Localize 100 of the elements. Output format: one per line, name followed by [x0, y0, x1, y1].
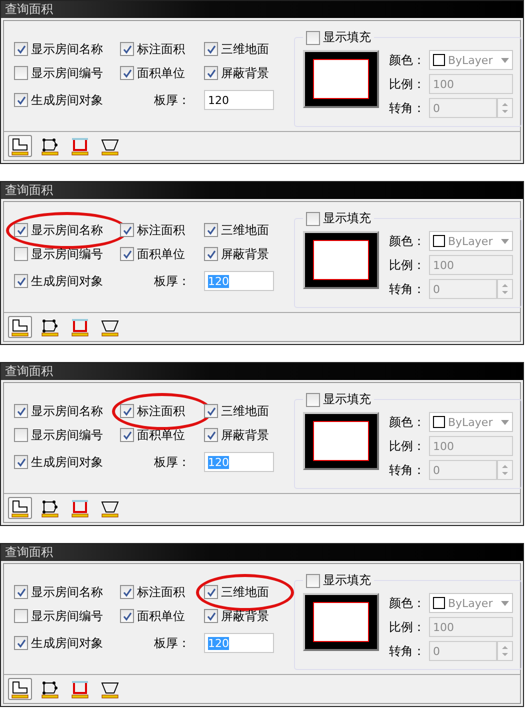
polygon-tool-icon	[40, 498, 60, 518]
fill-preview[interactable]	[303, 50, 379, 108]
polygon-tool-icon	[40, 318, 60, 336]
angle-label: 转角：	[389, 280, 426, 298]
checkbox-label: 显示填充	[323, 210, 371, 227]
room-tool-icon	[70, 136, 90, 156]
checkbox[interactable]	[14, 455, 28, 469]
scale-field[interactable]: 100	[429, 74, 513, 94]
checkbox[interactable]	[120, 428, 134, 442]
checkbox-label: 显示房间编号	[31, 608, 103, 624]
checkbox[interactable]	[120, 66, 134, 80]
checkbox-label: 面积单位	[137, 246, 185, 262]
checkbox-label: 标注面积	[137, 584, 185, 600]
checkbox[interactable]	[204, 609, 218, 623]
checkbox[interactable]	[14, 42, 28, 56]
checkbox-label: 屏蔽背景	[221, 64, 269, 82]
angle-field[interactable]: 0	[429, 98, 497, 118]
thickness-value: 120	[208, 636, 229, 650]
color-dropdown[interactable]: ByLayer	[429, 593, 513, 613]
angle-field[interactable]: 0	[429, 460, 497, 480]
checkbox[interactable]	[14, 274, 28, 288]
color-dropdown[interactable]: ByLayer	[429, 412, 513, 432]
window-title: 查询面积	[5, 544, 53, 561]
fill-preview[interactable]	[303, 412, 379, 470]
checkbox[interactable]	[204, 404, 218, 418]
checkbox[interactable]	[120, 404, 134, 418]
trapezoid-tool-icon	[100, 680, 120, 698]
color-swatch	[433, 597, 445, 609]
color-swatch	[433, 54, 445, 66]
caret-icon	[501, 600, 509, 606]
tool-button[interactable]	[8, 678, 32, 700]
checkbox-label: 面积单位	[137, 608, 185, 624]
checkbox[interactable]	[14, 223, 28, 237]
fill-preview[interactable]	[303, 231, 379, 289]
checkbox[interactable]	[120, 223, 134, 237]
scale-label: 比例：	[389, 76, 426, 92]
checkbox[interactable]	[204, 428, 218, 442]
checkbox[interactable]	[120, 609, 134, 623]
checkbox[interactable]	[14, 66, 28, 80]
scale-field[interactable]: 100	[429, 255, 513, 275]
checkbox[interactable]	[204, 66, 218, 80]
tool-button[interactable]	[8, 497, 32, 519]
checkbox[interactable]	[306, 30, 320, 44]
tool-button[interactable]	[8, 316, 32, 338]
tool-button[interactable]	[8, 135, 32, 157]
checkbox[interactable]	[14, 428, 28, 442]
thickness-field[interactable]: 120	[204, 271, 274, 291]
thickness-field[interactable]: 120	[204, 452, 274, 472]
checkbox[interactable]	[204, 585, 218, 599]
angle-label: 转角：	[389, 100, 426, 116]
fill-preview[interactable]	[303, 593, 379, 651]
thickness-field[interactable]: 120	[204, 90, 274, 110]
polygon-tool-icon	[40, 680, 60, 698]
color-dropdown[interactable]: ByLayer	[429, 50, 513, 70]
scale-field[interactable]: 100	[429, 617, 513, 637]
checkbox[interactable]	[14, 93, 28, 107]
thickness-value: 120	[208, 456, 229, 468]
checkbox-label: 标注面积	[137, 402, 185, 420]
checkbox[interactable]	[14, 609, 28, 623]
caret-icon	[501, 420, 509, 424]
color-dropdown[interactable]: ByLayer	[429, 231, 513, 251]
checkbox[interactable]	[204, 223, 218, 237]
checkbox-label: 屏蔽背景	[221, 246, 269, 262]
checkbox[interactable]	[306, 392, 320, 406]
window-title: 查询面积	[5, 363, 53, 380]
angle-label: 转角：	[389, 642, 426, 660]
thickness-value: 120	[208, 94, 229, 106]
checkbox-label: 显示填充	[323, 572, 371, 589]
area-tool-icon	[10, 680, 30, 698]
checkbox[interactable]	[14, 585, 28, 599]
checkbox[interactable]	[14, 636, 28, 650]
angle-field[interactable]: 0	[429, 641, 497, 661]
checkbox-label: 显示房间名称	[31, 222, 103, 238]
thickness-label: 板厚：	[154, 92, 191, 108]
checkbox-label: 显示房间名称	[31, 584, 103, 600]
checkbox[interactable]	[14, 404, 28, 418]
room-tool-icon	[70, 680, 90, 698]
checkbox[interactable]	[120, 247, 134, 261]
checkbox[interactable]	[120, 585, 134, 599]
color-swatch	[433, 416, 445, 428]
checkbox[interactable]	[306, 574, 320, 588]
checkbox[interactable]	[204, 42, 218, 56]
trapezoid-tool-icon	[100, 318, 120, 336]
checkbox[interactable]	[14, 247, 28, 261]
angle-field[interactable]: 0	[429, 279, 497, 299]
checkbox[interactable]	[306, 212, 320, 226]
room-tool-icon	[70, 498, 90, 518]
trapezoid-tool-icon	[100, 136, 120, 156]
thickness-label: 板厚：	[154, 634, 191, 652]
scale-field[interactable]: 100	[429, 436, 513, 456]
checkbox-label: 面积单位	[137, 426, 185, 444]
checkbox-label: 三维地面	[221, 40, 269, 58]
area-tool-icon	[10, 136, 30, 156]
angle-label: 转角：	[389, 462, 426, 478]
thickness-field[interactable]: 120	[204, 633, 274, 653]
checkbox-label: 面积单位	[137, 64, 185, 82]
checkbox[interactable]	[120, 42, 134, 56]
window-title: 查询面积	[5, 182, 53, 199]
checkbox[interactable]	[204, 247, 218, 261]
checkbox-label: 三维地面	[221, 402, 269, 420]
